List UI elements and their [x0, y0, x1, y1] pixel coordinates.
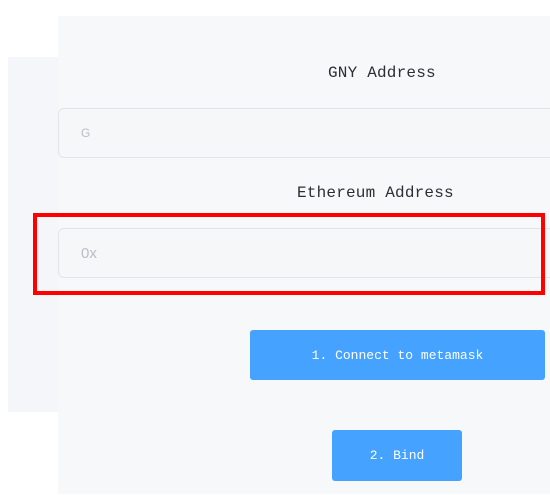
gny-address-label: GNY Address: [328, 64, 436, 82]
bind-page: GNY Address Ethereum Address 1. Connect …: [0, 0, 550, 495]
ethereum-address-input[interactable]: [58, 228, 550, 278]
gny-address-input[interactable]: [58, 108, 550, 158]
side-panel: [8, 57, 58, 412]
connect-metamask-button[interactable]: 1. Connect to metamask: [250, 330, 545, 380]
bind-button[interactable]: 2. Bind: [332, 430, 462, 481]
ethereum-address-label: Ethereum Address: [297, 184, 454, 202]
